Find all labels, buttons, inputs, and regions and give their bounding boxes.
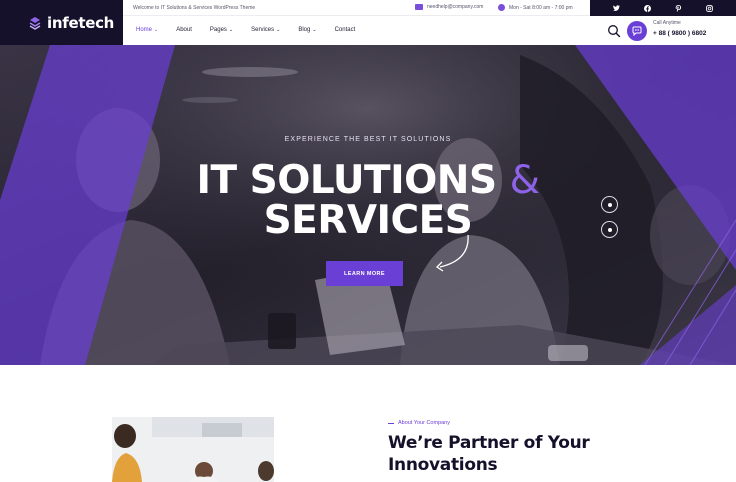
nav-item-services[interactable]: Services ⌄ (251, 27, 280, 33)
logo-icon (28, 16, 42, 30)
instagram-icon[interactable] (705, 4, 713, 12)
about-heading: We’re Partner of Your Innovations (388, 433, 590, 475)
twitter-icon[interactable] (613, 4, 621, 12)
hero-eyebrow: EXPERIENCE THE BEST IT SOLUTIONS (284, 136, 452, 143)
nav-item-label: Services (251, 27, 275, 33)
welcome-text: Welcome to IT Solutions & Services WordP… (133, 5, 256, 11)
nav-item-label: Home (136, 27, 153, 33)
hours-text: Mon - Sat 8:00 am - 7:00 pm (509, 4, 573, 11)
chevron-down-icon: ⌄ (228, 27, 234, 33)
call-number[interactable]: + 88 ( 9800 ) 6802 (653, 30, 706, 37)
chevron-down-icon: ⌄ (312, 27, 317, 33)
call-button[interactable] (627, 21, 647, 41)
about-eyebrow: About Your Company (388, 420, 450, 426)
hero-banner: EXPERIENCE THE BEST IT SOLUTIONS IT SOLU… (0, 45, 736, 365)
learn-more-button[interactable]: LEARN MORE (326, 261, 403, 286)
chat-icon (632, 26, 642, 36)
hero-title-line1: IT SOLUTIONS (196, 158, 497, 203)
nav-item-contact[interactable]: Contact (335, 27, 356, 33)
facebook-icon[interactable] (644, 4, 652, 12)
hours-info: Mon - Sat 8:00 am - 7:00 pm (498, 4, 573, 11)
about-image (112, 417, 274, 482)
nav-menu: Home ⌄ About Pages ⌄ Services ⌄ Blog ⌄ Conta… (136, 27, 373, 33)
call-label: Call Anytime (653, 20, 681, 26)
email-text[interactable]: needhelp@company.com (427, 4, 483, 10)
hero-title-line2: SERVICES (263, 198, 473, 243)
search-icon[interactable] (607, 24, 621, 38)
nav-item-blog[interactable]: Blog ⌄ (298, 27, 316, 33)
logo[interactable]: infetech (0, 0, 123, 45)
team-photo (112, 417, 274, 482)
social-links (590, 0, 736, 16)
nav-item-about[interactable]: About (176, 27, 192, 33)
clock-icon (498, 4, 505, 11)
nav-item-pages[interactable]: Pages ⌄ (210, 27, 233, 33)
slider-dot-2[interactable] (601, 221, 618, 238)
mail-icon (415, 4, 423, 10)
slider-dot-1[interactable] (601, 196, 618, 213)
hero-title: IT SOLUTIONS & SERVICES (0, 161, 736, 241)
logo-text: infetech (47, 13, 115, 32)
dash-icon (388, 422, 394, 424)
nav-item-label: Blog (298, 27, 311, 33)
slider-dot-active-indicator (607, 202, 612, 207)
nav-item-label: About (176, 27, 192, 33)
main-navbar: Home ⌄ About Pages ⌄ Services ⌄ Blog ⌄ Conta… (123, 16, 736, 45)
about-eyebrow-text: About Your Company (398, 420, 450, 426)
chevron-down-icon: ⌄ (276, 27, 281, 33)
hero-title-ampersand: & (509, 158, 540, 203)
pinterest-icon[interactable] (674, 4, 682, 12)
top-bar: Welcome to IT Solutions & Services WordP… (123, 0, 736, 16)
nav-item-label: Pages (209, 27, 227, 33)
nav-item-home[interactable]: Home ⌄ (136, 27, 158, 33)
slider-dot-indicator (607, 227, 612, 232)
nav-item-label: Contact (334, 27, 356, 33)
page: infetech Welcome to IT Solutions & Servi… (0, 0, 736, 482)
email-info[interactable]: needhelp@company.com (415, 4, 483, 10)
chevron-down-icon: ⌄ (154, 27, 159, 33)
